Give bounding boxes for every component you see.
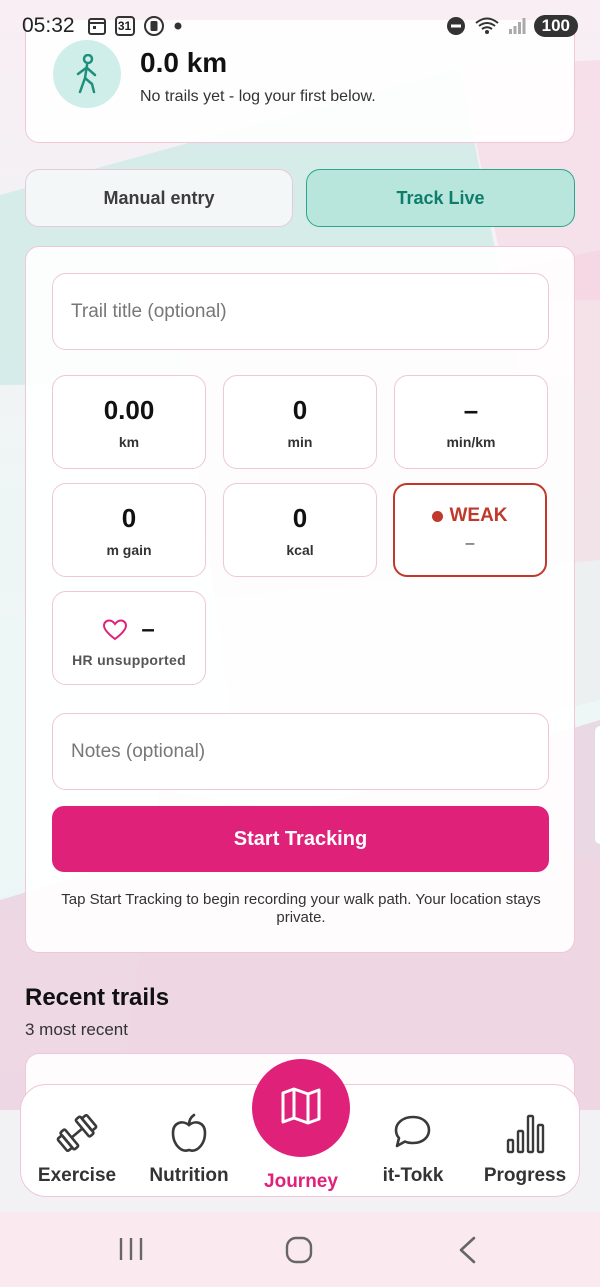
heart-rate-tile: – HR unsupported [52, 591, 206, 685]
metric-distance-value: 0.00 [103, 395, 155, 425]
metric-duration-value: 0 [292, 395, 308, 425]
home-icon[interactable] [285, 1236, 313, 1269]
metric-distance-unit: km [118, 434, 140, 450]
nav-progress-label: Progress [483, 1165, 567, 1186]
metric-duration-unit: min [287, 434, 313, 450]
heart-icon [103, 619, 128, 641]
tracking-hint: Tap Start Tracking to begin recording yo… [61, 891, 541, 926]
nav-exercise-label: Exercise [37, 1165, 117, 1186]
metric-duration: 0 min [223, 375, 377, 469]
nav-journey[interactable] [252, 1059, 350, 1157]
wifi-icon [474, 16, 500, 36]
battery-indicator: 100 [533, 15, 578, 37]
metric-elevation-unit: m gain [106, 542, 152, 558]
summary-subtitle: No trails yet - log your first below. [140, 88, 376, 105]
metric-distance: 0.00 km [52, 375, 206, 469]
status-bar: 05:32 31 100 [0, 0, 600, 52]
heart-rate-value: – [141, 616, 155, 643]
start-tracking-button[interactable]: Start Tracking [52, 806, 549, 872]
calendar-date-icon: 31 [114, 16, 135, 36]
system-navigation-bar [0, 1212, 600, 1287]
gps-signal-status: WEAK – [393, 483, 547, 577]
chat-icon [391, 1113, 435, 1158]
metric-calories: 0 kcal [223, 483, 377, 577]
metric-pace-unit: min/km [446, 434, 496, 450]
nav-it-tokk-label: it-Tokk [382, 1165, 444, 1186]
metric-calories-value: 0 [292, 503, 308, 533]
app-notification-icon [143, 15, 165, 37]
gps-status-label: WEAK [449, 505, 508, 526]
live-tracking-card: Trail title (optional) 0.00 km 0 min – m… [25, 246, 575, 953]
bottom-navigation: Exercise Nutrition Journey it-Tokk Progr… [20, 1059, 581, 1198]
back-icon[interactable] [456, 1236, 478, 1269]
metric-elevation: 0 m gain [52, 483, 206, 577]
gps-status-dot [432, 510, 444, 522]
metric-pace: – min/km [394, 375, 548, 469]
bar-chart-icon [505, 1113, 545, 1160]
heart-rate-label: HR unsupported [72, 652, 186, 668]
calendar-icon [87, 16, 107, 36]
nav-it-tokk[interactable]: it-Tokk [357, 1085, 469, 1198]
apple-icon [169, 1113, 209, 1160]
more-notifications-dot [173, 21, 183, 31]
tab-track-live[interactable]: Track Live [306, 169, 575, 227]
nav-progress[interactable]: Progress [469, 1085, 581, 1198]
status-time: 05:32 [22, 14, 75, 37]
metric-calories-unit: kcal [286, 542, 314, 558]
map-icon [279, 1084, 323, 1133]
signal-icon [508, 17, 526, 35]
metric-pace-value: – [463, 395, 479, 425]
recent-trails-subtitle: 3 most recent [25, 1020, 128, 1039]
metric-elevation-value: 0 [121, 503, 137, 533]
edge-panel-handle[interactable] [594, 725, 600, 845]
trail-title-input[interactable]: Trail title (optional) [52, 273, 549, 350]
tab-manual-entry[interactable]: Manual entry [25, 169, 293, 227]
nav-exercise[interactable]: Exercise [21, 1085, 133, 1198]
recent-trails-heading: Recent trails [25, 984, 170, 1011]
do-not-disturb-icon [446, 16, 466, 36]
notes-input[interactable]: Notes (optional) [52, 713, 549, 790]
gps-status-detail: – [465, 535, 475, 552]
dumbbell-icon [55, 1113, 99, 1158]
recent-apps-icon[interactable] [118, 1236, 146, 1267]
